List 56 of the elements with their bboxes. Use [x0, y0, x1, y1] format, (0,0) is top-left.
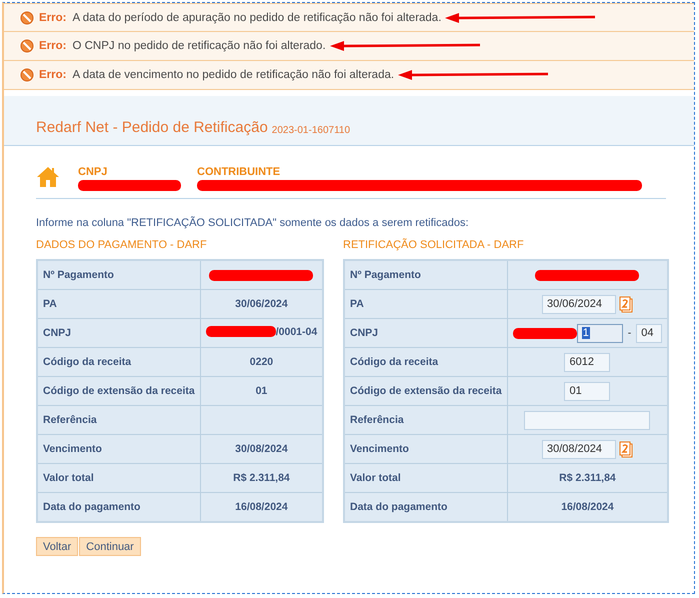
date-field[interactable]: 30/06/2024 [542, 294, 616, 314]
error-icon [20, 68, 34, 82]
input-field[interactable]: 01 [564, 382, 610, 400]
request-code: 2023-01-1607110 [272, 125, 350, 136]
row-label: Código da receita [350, 356, 438, 368]
calendar-icon[interactable] [618, 296, 633, 312]
row-label: Código de extensão da receita [43, 385, 195, 397]
separator: - [628, 327, 632, 339]
table-title: RETIFICAÇÃO SOLICITADA - DARF [343, 239, 525, 251]
cell-value: R$ 2.311,84 [233, 472, 290, 484]
input-field[interactable] [524, 410, 650, 430]
table-title: DADOS DO PAGAMENTO - DARF [36, 239, 208, 251]
row-label: Referência [350, 414, 404, 426]
row-label: Código da receita [43, 356, 132, 368]
form-button[interactable]: Voltar [36, 537, 78, 556]
row-label: Valor total [43, 472, 94, 484]
page-title: Redarf Net - Pedido de Retificação [36, 119, 268, 136]
error-text: A data de vencimento no pedido de retificação não foi alterada. [72, 69, 394, 81]
cnpj-field[interactable]: 1 [576, 324, 623, 342]
input-field[interactable]: 6012 [564, 352, 610, 372]
cell-value: 30/06/2024 [235, 298, 288, 310]
cell-value: 16/08/2024 [561, 501, 614, 513]
row-label: Nº Pagamento [43, 269, 114, 281]
instruction-text: Informe na coluna "RETIFICAÇÃO SOLICITADA" somente os dados a serem retificados: [36, 217, 470, 229]
cnpj-label: CNPJ [78, 166, 108, 178]
cell-value: 0220 [250, 356, 274, 368]
row-label: PA [350, 298, 364, 310]
cell-value: R$ 2.311,84 [559, 472, 616, 484]
home-icon [36, 166, 60, 188]
row-label: Data do pagamento [43, 501, 140, 513]
error-icon [20, 39, 34, 53]
row-label: Referência [43, 414, 97, 426]
calendar-icon[interactable] [618, 440, 633, 458]
row-label: Código de extensão da receita [350, 385, 502, 397]
date-field[interactable]: 30/08/2024 [542, 440, 616, 458]
cell-value: 01 [256, 385, 268, 397]
taxpayer-label: CONTRIBUINTE [197, 166, 282, 178]
error-label: Erro: [39, 69, 66, 81]
error-icon [20, 10, 34, 24]
row-label: CNPJ [43, 327, 72, 339]
cnpj-suffix-field[interactable]: 04 [636, 324, 662, 342]
row-label: Nº Pagamento [350, 269, 421, 281]
row-label: Data do pagamento [350, 501, 448, 513]
error-text: O CNPJ no pedido de retificação não foi alterado. [72, 40, 326, 52]
error-label: Erro: [39, 40, 66, 52]
row-label: Vencimento [350, 443, 409, 455]
cell-value: /0001-04 [276, 326, 318, 338]
row-label: Valor total [350, 472, 401, 484]
error-text: A data do período de apuração no pedido de retificação não foi alterada. [72, 12, 442, 24]
row-label: CNPJ [350, 327, 378, 339]
cell-value: 16/08/2024 [235, 501, 288, 513]
form-button[interactable]: Continuar [79, 537, 141, 556]
row-label: PA [43, 298, 57, 310]
row-label: Vencimento [43, 443, 102, 455]
cell-value: 30/08/2024 [235, 443, 288, 455]
error-label: Erro: [39, 12, 66, 24]
